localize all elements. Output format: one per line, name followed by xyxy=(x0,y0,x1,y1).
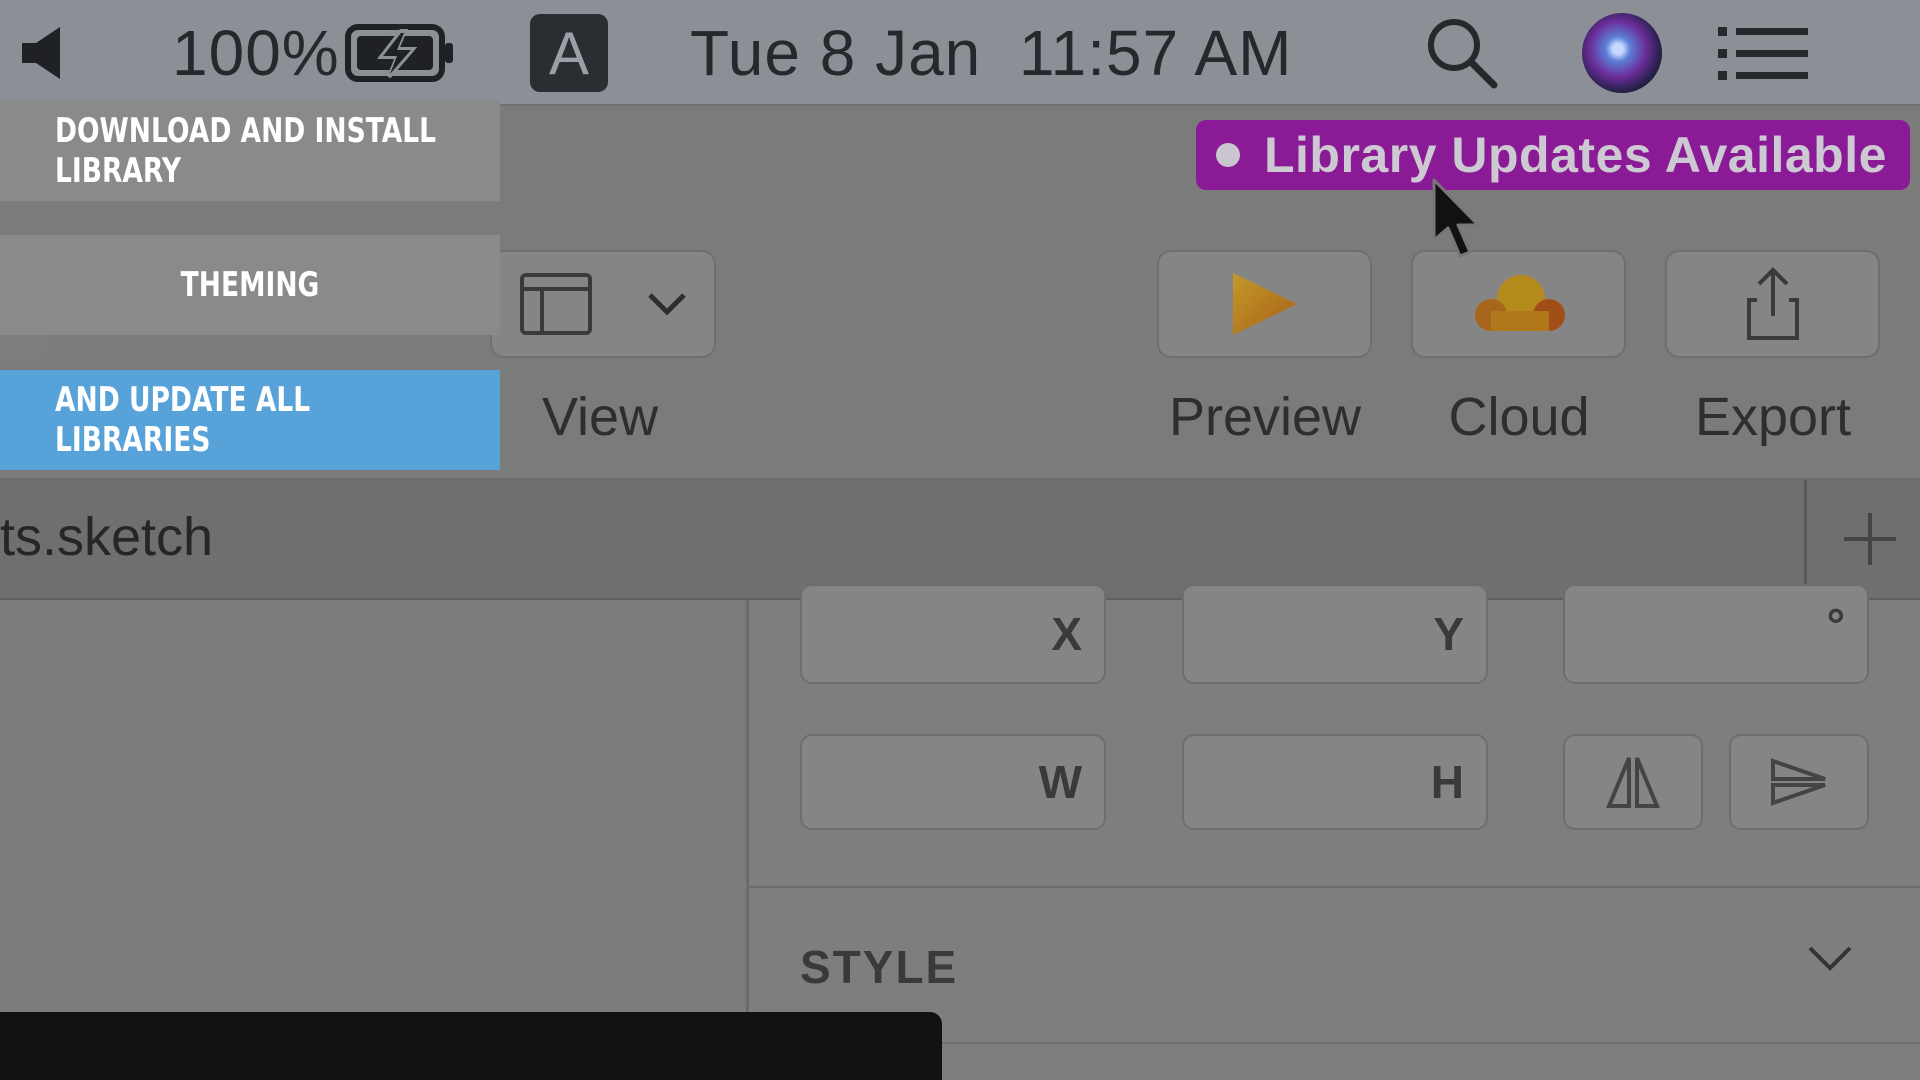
input-source-badge: A xyxy=(530,14,608,92)
cloud-button[interactable] xyxy=(1411,250,1626,358)
overlay-item-theming[interactable]: THEMING xyxy=(0,235,500,335)
height-field[interactable]: H xyxy=(1182,734,1488,830)
cloud-label: Cloud xyxy=(1448,387,1590,447)
plus-icon xyxy=(1844,513,1896,565)
export-button[interactable] xyxy=(1665,250,1880,358)
menu-clock[interactable]: Tue 8 Jan 11:57 AM xyxy=(690,0,1292,106)
siri-icon[interactable] xyxy=(1582,0,1662,106)
y-position-field[interactable]: Y xyxy=(1182,584,1488,684)
export-label: Export xyxy=(1694,387,1852,447)
inspector-section-divider xyxy=(749,886,1920,888)
view-button[interactable] xyxy=(490,250,716,358)
menu-bar: 100% A Tue 8 Jan 11:57 AM xyxy=(0,0,1920,106)
overlay-tab-stub xyxy=(0,335,48,361)
h-label: H xyxy=(1430,756,1464,808)
w-label: W xyxy=(1038,756,1082,808)
width-field[interactable]: W xyxy=(800,734,1106,830)
y-label: Y xyxy=(1433,608,1464,660)
flip-horizontal-icon xyxy=(1606,757,1660,808)
chevron-down-icon[interactable] xyxy=(1806,944,1854,979)
document-tab-title[interactable]: ts.sketch xyxy=(0,506,213,568)
dark-overlay-panel xyxy=(0,1012,942,1080)
flip-horizontal-button[interactable] xyxy=(1563,734,1703,830)
overlay-item-label: AND UPDATE ALL LIBRARIES xyxy=(55,380,311,460)
cloud-icon xyxy=(1474,275,1565,331)
rotation-field[interactable]: ° xyxy=(1563,584,1869,684)
overlay-item-label: DOWNLOAD AND INSTALL LIBRARY xyxy=(55,111,437,191)
library-updates-badge[interactable]: Library Updates Available xyxy=(1196,120,1910,190)
tab-divider xyxy=(1804,480,1807,598)
x-label: X xyxy=(1051,608,1082,660)
overlay-item-download-install[interactable]: DOWNLOAD AND INSTALL LIBRARY xyxy=(0,101,500,201)
layout-panel-icon xyxy=(520,273,592,335)
style-section-title: STYLE xyxy=(800,941,959,993)
x-position-field[interactable]: X xyxy=(800,584,1106,684)
new-tab-button[interactable] xyxy=(1820,480,1920,598)
share-icon xyxy=(1746,267,1799,340)
input-source-indicator[interactable]: A xyxy=(530,0,608,106)
preview-label: Preview xyxy=(1168,387,1362,447)
view-label: View xyxy=(542,387,659,447)
updates-dot-icon xyxy=(1216,143,1240,167)
canvas-area[interactable] xyxy=(0,600,746,1080)
rotation-label: ° xyxy=(1826,599,1845,651)
search-icon[interactable] xyxy=(1424,0,1500,106)
speaker-icon[interactable] xyxy=(20,0,66,106)
battery-percentage: 100% xyxy=(172,17,340,89)
preview-button[interactable] xyxy=(1157,250,1372,358)
overlay-item-label: THEMING xyxy=(180,265,320,305)
document-tab-strip: ts.sketch xyxy=(0,480,1920,600)
menu-list-icon[interactable] xyxy=(1718,0,1808,106)
battery-charging-icon[interactable] xyxy=(345,0,457,106)
library-updates-label: Library Updates Available xyxy=(1264,127,1887,183)
mouse-cursor-icon xyxy=(1430,178,1490,265)
chevron-down-icon xyxy=(648,293,686,316)
flip-vertical-button[interactable] xyxy=(1729,734,1869,830)
play-icon xyxy=(1232,273,1297,335)
flip-vertical-icon xyxy=(1771,758,1826,806)
overlay-item-update-all[interactable]: AND UPDATE ALL LIBRARIES xyxy=(0,370,500,470)
